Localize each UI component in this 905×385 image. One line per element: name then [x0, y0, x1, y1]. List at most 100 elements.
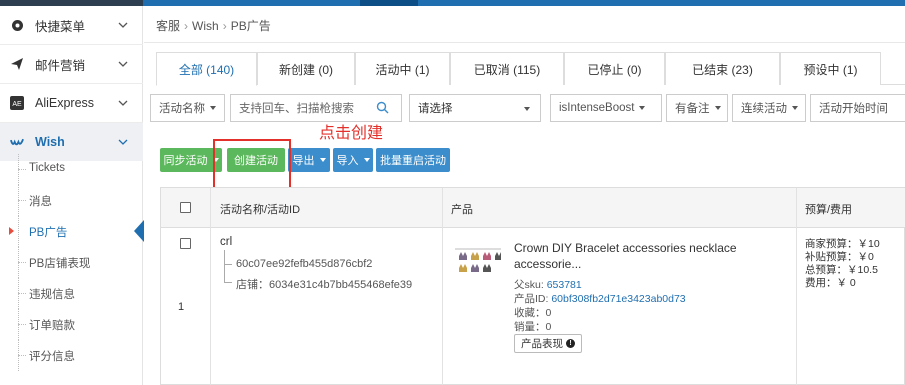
chevron-down-icon	[117, 136, 129, 148]
breadcrumb: 客服 › Wish › PB广告	[156, 19, 271, 33]
select-value: 有备注	[675, 103, 710, 115]
parent-sku-label: 父sku:	[514, 279, 544, 291]
tab-ended[interactable]: 已结束 (23)	[665, 52, 780, 85]
sidebar-item-label: 快捷菜单	[35, 19, 86, 34]
column-header-name: 活动名称/活动ID	[220, 204, 301, 216]
campaign-name: crl	[220, 236, 233, 248]
sidebar-subitem-label: 评分信息	[29, 351, 75, 363]
caret-down-icon	[792, 106, 798, 110]
tab-stopped[interactable]: 已停止 (0)	[564, 52, 665, 85]
remark-select[interactable]: 有备注	[666, 94, 728, 122]
sidebar-subitem-pb-ads[interactable]: PB广告	[0, 216, 144, 247]
button-label: 同步活动	[163, 155, 208, 167]
column-divider	[210, 188, 211, 385]
button-label: 导入	[336, 155, 359, 167]
select-value: 活动名称	[159, 103, 205, 115]
highlight-box	[213, 139, 291, 191]
chevron-down-icon	[117, 58, 129, 70]
continuous-select[interactable]: 连续活动	[732, 94, 806, 122]
sidebar-subitem-messages[interactable]: 消息	[0, 185, 143, 216]
sidebar-item-email-marketing[interactable]: 邮件营销	[0, 45, 143, 83]
chevron-down-icon	[117, 19, 129, 31]
product-title[interactable]: Crown DIY Bracelet accessories necklace …	[514, 240, 784, 272]
store-id: 店铺：6034e31c4b7bb455468efe39	[236, 279, 413, 291]
cost: 费用：￥ 0	[805, 277, 856, 289]
sales-count: 销量：0	[514, 321, 552, 333]
button-label: 批量重启活动	[380, 155, 446, 167]
send-icon	[10, 57, 24, 71]
column-divider	[442, 188, 443, 385]
sidebar-item-aliexpress[interactable]: AE AliExpress	[0, 84, 143, 122]
sidebar-subitem-violations[interactable]: 违规信息	[0, 278, 143, 309]
main-content: 客服 › Wish › PB广告 全部 (140) 新创建 (0) 活动中 (1) 已取…	[144, 6, 905, 385]
tab-new[interactable]: 新创建 (0)	[257, 52, 355, 85]
sidebar-item-shortcuts[interactable]: 快捷菜单	[0, 6, 143, 44]
sidebar-item-label: AliExpress	[35, 96, 95, 110]
select-value: 请选择	[418, 103, 453, 115]
product-id-label: 产品ID:	[514, 293, 549, 305]
select-value: 连续活动	[741, 103, 787, 115]
tab-active[interactable]: 活动中 (1)	[355, 52, 450, 85]
export-button[interactable]: 导出	[288, 148, 330, 172]
sidebar: 快捷菜单 邮件营销 AE AliExpress Wish Tickets 消息 …	[0, 6, 144, 385]
dashboard-icon	[10, 18, 24, 32]
import-button[interactable]: 导入	[333, 148, 373, 172]
annotation-click-create: 点击创建	[319, 125, 384, 142]
batch-restart-button[interactable]: 批量重启活动	[376, 148, 450, 172]
search-field-select[interactable]: 活动名称	[150, 94, 225, 122]
status-select[interactable]: 请选择	[409, 94, 541, 122]
sidebar-subitem-pb-store-performance[interactable]: PB店铺表现	[0, 247, 143, 278]
sidebar-subitem-label: PB店铺表现	[29, 258, 91, 270]
product-id-link[interactable]: 60bf308fb2d71e3423ab0d73	[551, 293, 685, 305]
caret-down-icon	[639, 106, 646, 110]
caret-down-icon	[319, 158, 326, 162]
tab-all[interactable]: 全部 (140)	[156, 52, 257, 86]
parent-sku-link[interactable]: 653781	[547, 279, 582, 291]
product-thumbnail[interactable]	[451, 238, 505, 290]
parent-sku: 父sku: 653781	[514, 277, 582, 292]
column-header-budget: 预算/费用	[805, 204, 853, 216]
row-checkbox[interactable]	[180, 238, 191, 249]
tab-preset[interactable]: 预设中 (1)	[780, 52, 881, 85]
caret-down-icon	[210, 106, 216, 110]
tab-cancelled[interactable]: 已取消 (115)	[450, 52, 564, 85]
intense-boost-select[interactable]: isIntenseBoost	[550, 94, 662, 122]
sidebar-subitem-ratings[interactable]: 评分信息	[0, 340, 143, 371]
chevron-down-icon	[117, 97, 129, 109]
sidebar-subitem-order-refunds[interactable]: 订单赔款	[0, 309, 143, 340]
info-icon: !	[566, 339, 575, 348]
search-icon[interactable]	[376, 101, 389, 117]
sidebar-item-label: 邮件营销	[35, 58, 86, 73]
column-divider	[796, 188, 797, 385]
active-arrow-icon	[9, 227, 14, 235]
breadcrumb-divider	[144, 42, 905, 43]
sidebar-subitem-label: Tickets	[29, 162, 65, 174]
caret-down-icon	[714, 106, 721, 110]
campaign-id[interactable]: 60c07ee92fefb455d876cbf2	[236, 258, 372, 270]
table-header: 活动名称/活动ID 产品 预算/费用	[161, 188, 905, 228]
caret-down-icon	[363, 158, 370, 162]
select-all-checkbox[interactable]	[180, 202, 191, 213]
sidebar-subitem-label: PB广告	[29, 227, 68, 239]
svg-text:AE: AE	[12, 101, 22, 108]
select-value: isIntenseBoost	[559, 102, 635, 114]
sidebar-subitem-tickets[interactable]: Tickets	[0, 154, 143, 185]
breadcrumb-item[interactable]: 客服	[156, 19, 180, 33]
filter-bar: 活动名称 支持回车、扫描枪搜索 请选择 isIntenseBoost 有备注 连…	[144, 94, 905, 122]
campaign-table: 活动名称/活动ID 产品 预算/费用 1 crl 60c07ee92fefb45…	[160, 187, 905, 385]
button-label: 产品表现	[521, 338, 563, 350]
breadcrumb-item[interactable]: Wish	[192, 19, 219, 33]
tree-line	[224, 250, 225, 282]
column-header-product: 产品	[451, 204, 473, 216]
sidebar-item-label: Wish	[35, 135, 65, 149]
product-id: 产品ID: 60bf308fb2d71e3423ab0d73	[514, 291, 686, 306]
caret-down-icon	[524, 107, 530, 111]
favorites-count: 收藏：0	[514, 307, 552, 319]
search-placeholder: 支持回车、扫描枪搜索	[239, 103, 354, 115]
start-time-select[interactable]: 活动开始时间	[810, 94, 905, 122]
product-performance-button[interactable]: 产品表现!	[514, 334, 582, 353]
search-input[interactable]: 支持回车、扫描枪搜索	[230, 94, 402, 122]
sidebar-subitem-label: 违规信息	[29, 289, 75, 301]
wish-logo-icon	[10, 135, 24, 149]
breadcrumb-item: PB广告	[230, 19, 271, 33]
